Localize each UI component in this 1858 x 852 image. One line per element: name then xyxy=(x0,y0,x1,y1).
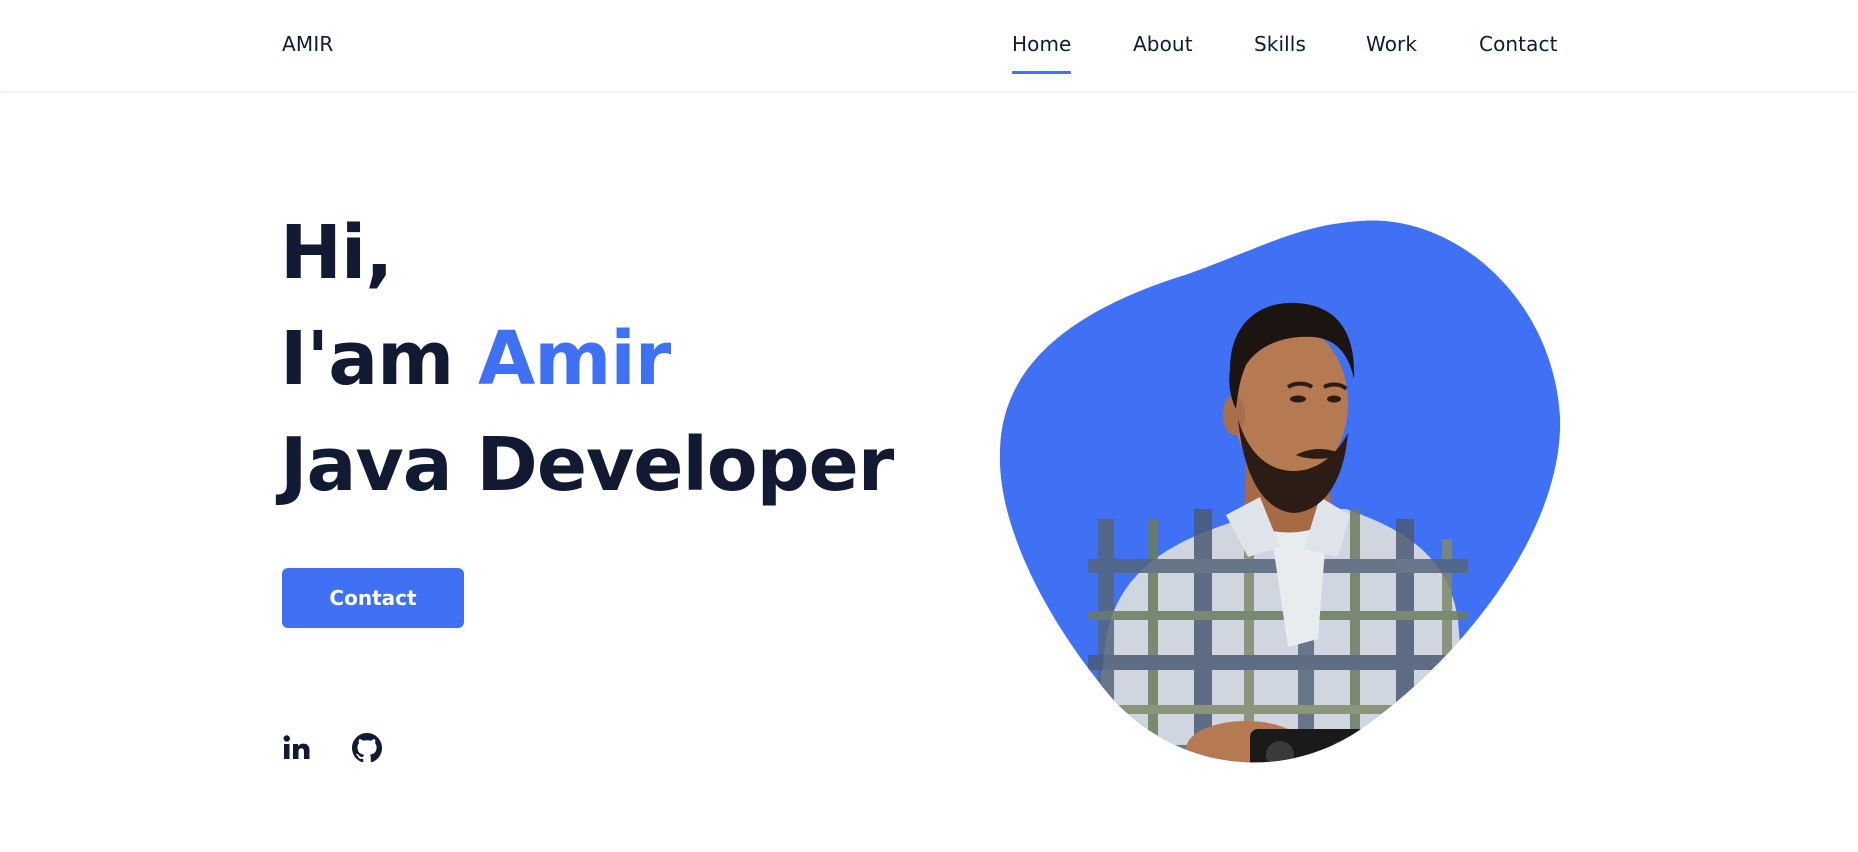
hero-name: Amir xyxy=(478,316,671,402)
linkedin-link[interactable] xyxy=(282,733,312,763)
nav-link-home[interactable]: Home xyxy=(1012,32,1072,74)
github-icon xyxy=(352,733,382,763)
hero-intro: I'am Amir xyxy=(280,322,671,396)
github-link[interactable] xyxy=(352,733,382,763)
home-image xyxy=(998,219,1562,769)
hero-intro-prefix: I'am xyxy=(280,316,478,402)
contact-button[interactable]: Contact xyxy=(282,568,464,628)
nav-link-contact[interactable]: Contact xyxy=(1479,32,1558,56)
site-logo[interactable]: AMIR xyxy=(282,32,334,56)
nav-link-skills[interactable]: Skills xyxy=(1254,32,1306,56)
linkedin-icon xyxy=(283,735,310,759)
hero-role: Java Developer xyxy=(280,422,894,508)
nav-link-about[interactable]: About xyxy=(1133,32,1193,56)
nav-link-work[interactable]: Work xyxy=(1366,32,1417,56)
profile-blob xyxy=(999,220,1561,763)
site-header: AMIR Home About Skills Work Contact xyxy=(0,0,1858,91)
hero-greeting: Hi, xyxy=(280,210,393,296)
